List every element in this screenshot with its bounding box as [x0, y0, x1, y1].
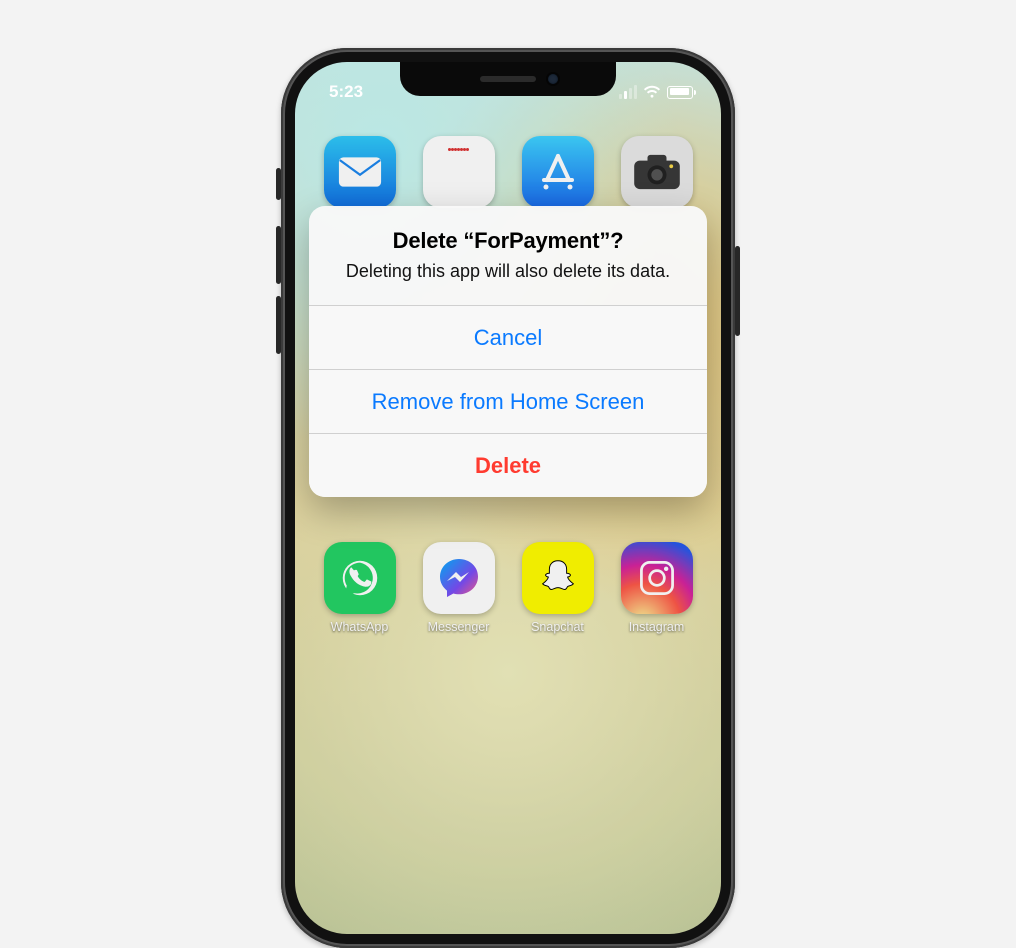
status-time: 5:23 [329, 82, 363, 102]
volume-up-button [276, 226, 281, 284]
status-indicators [619, 85, 693, 99]
front-camera [548, 74, 558, 84]
alert-title: Delete “ForPayment”? [335, 228, 681, 254]
modal-backdrop [295, 62, 721, 934]
iphone-frame: 5:23 [281, 48, 735, 948]
remove-from-home-button[interactable]: Remove from Home Screen [309, 369, 707, 433]
mute-switch [276, 168, 281, 200]
power-button [735, 246, 740, 336]
delete-app-alert: Delete “ForPayment”? Deleting this app w… [309, 206, 707, 497]
battery-icon [667, 86, 693, 99]
display-notch [400, 62, 616, 96]
alert-message: Deleting this app will also delete its d… [335, 260, 681, 283]
cellular-signal-icon [619, 85, 637, 99]
phone-screen: 5:23 [295, 62, 721, 934]
wifi-icon [643, 85, 661, 99]
volume-down-button [276, 296, 281, 354]
cancel-button[interactable]: Cancel [309, 305, 707, 369]
delete-button[interactable]: Delete [309, 433, 707, 497]
alert-header: Delete “ForPayment”? Deleting this app w… [309, 206, 707, 305]
earpiece-speaker [480, 76, 536, 82]
